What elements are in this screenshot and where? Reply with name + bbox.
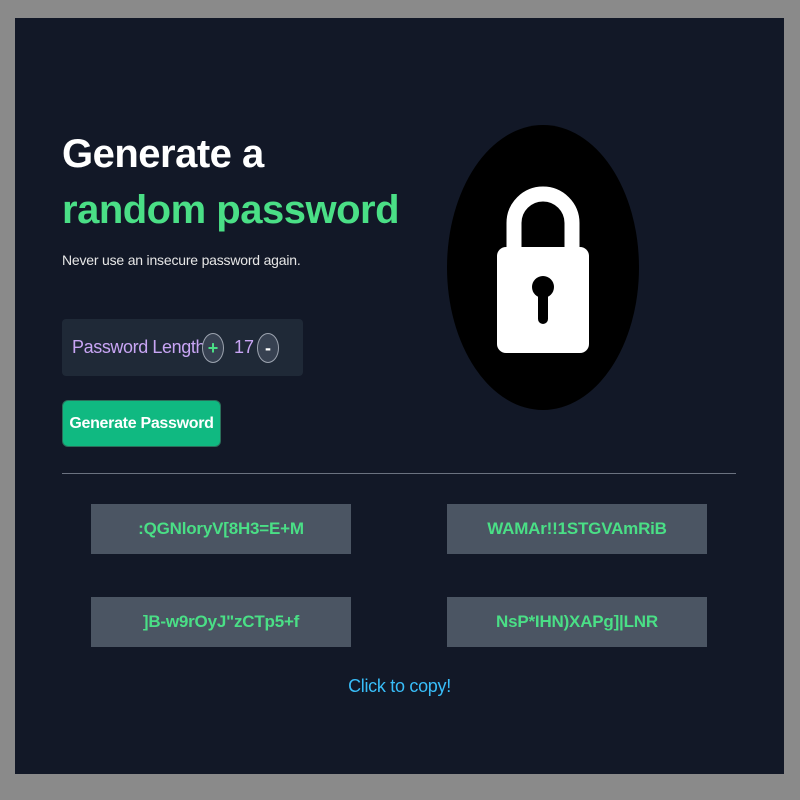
page-subtitle: Never use an insecure password again. (62, 252, 301, 268)
decrease-length-button[interactable]: - (257, 333, 279, 363)
page-title-line2: random password (62, 188, 400, 232)
password-length-value: 17 (234, 337, 255, 357)
page-title-line1: Generate a (62, 132, 264, 176)
password-output-3[interactable]: ]B-w9rOyJ"zCTp5+f (91, 597, 351, 647)
increase-length-button[interactable]: + (202, 333, 224, 363)
generate-password-button[interactable]: Generate Password (62, 400, 221, 447)
password-length-label: Password Length: (72, 337, 210, 357)
divider (62, 473, 736, 474)
lock-illustration (447, 125, 639, 410)
app-container: Generate a random password Never use an … (15, 18, 784, 774)
padlock-icon (497, 186, 589, 353)
password-length-control: Password Length: + 17 - (62, 319, 303, 376)
password-output-1[interactable]: :QGNloryV[8H3=E+M (91, 504, 351, 554)
password-output-4[interactable]: NsP*IHN)XAPg]|LNR (447, 597, 707, 647)
copy-hint: Click to copy! (348, 676, 451, 696)
password-output-2[interactable]: WAMAr!!1STGVAmRiB (447, 504, 707, 554)
